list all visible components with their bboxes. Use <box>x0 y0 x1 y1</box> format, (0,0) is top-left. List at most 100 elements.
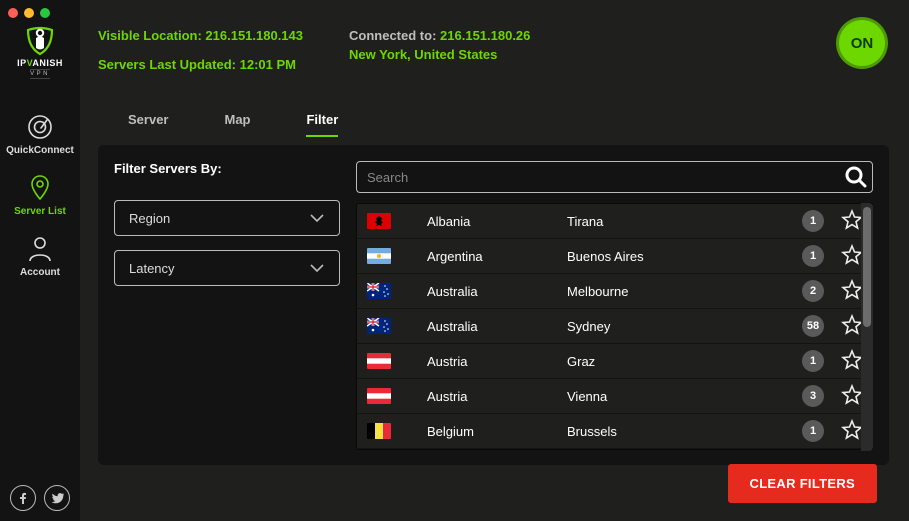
logo-title: IPVANISH <box>17 58 63 68</box>
user-icon <box>26 235 54 263</box>
star-icon <box>841 279 863 301</box>
server-rows-viewport: AlbaniaTirana1ArgentinaBuenos Aires1Aust… <box>356 203 873 451</box>
twitter-icon <box>51 493 64 504</box>
server-count-badge: 1 <box>802 210 824 232</box>
chevron-down-icon <box>309 213 325 223</box>
region-select[interactable]: Region <box>114 200 340 236</box>
favorite-button[interactable] <box>841 279 863 304</box>
nav-quickconnect[interactable]: QuickConnect <box>0 103 80 164</box>
sidebar: IPVANISH VPN QuickConnect Server List <box>0 0 80 521</box>
server-list-area: AlbaniaTirana1ArgentinaBuenos Aires1Aust… <box>356 161 873 451</box>
twitter-link[interactable] <box>44 485 70 511</box>
tab-map[interactable]: Map <box>224 112 250 137</box>
nav-label: Server List <box>14 206 66 217</box>
location-pin-icon <box>26 174 54 202</box>
nav-label: Account <box>20 267 60 278</box>
flag-icon <box>367 318 391 334</box>
zoom-dot[interactable] <box>40 8 50 18</box>
filters-title: Filter Servers By: <box>114 161 340 176</box>
nav-serverlist[interactable]: Server List <box>0 164 80 225</box>
search-icon <box>845 166 867 188</box>
server-count-badge: 2 <box>802 280 824 302</box>
flag-icon <box>367 213 391 229</box>
connected-to: Connected to: 216.151.180.26 <box>349 28 530 43</box>
favorite-button[interactable] <box>841 314 863 339</box>
flag-icon <box>367 283 391 299</box>
clear-filters-button[interactable]: CLEAR FILTERS <box>728 464 878 503</box>
star-icon <box>841 419 863 441</box>
social-links <box>10 485 70 511</box>
connection-toggle[interactable]: ON <box>839 20 885 66</box>
country-cell: Austria <box>427 389 567 404</box>
city-cell: Brussels <box>567 424 792 439</box>
table-row[interactable]: BelgiumBrussels 1 <box>357 414 872 449</box>
nav-label: QuickConnect <box>6 145 74 156</box>
chevron-down-icon <box>309 263 325 273</box>
minimize-dot[interactable] <box>24 8 34 18</box>
city-cell: Graz <box>567 354 792 369</box>
country-cell: Albania <box>427 214 567 229</box>
server-count-badge: 3 <box>802 385 824 407</box>
close-dot[interactable] <box>8 8 18 18</box>
target-icon <box>26 113 54 141</box>
tab-server[interactable]: Server <box>128 112 168 137</box>
latency-select[interactable]: Latency <box>114 250 340 286</box>
flag-icon <box>367 353 391 369</box>
star-icon <box>841 384 863 406</box>
table-row[interactable]: AustriaVienna 3 <box>357 379 872 414</box>
table-row[interactable]: AlbaniaTirana 1 <box>357 204 872 239</box>
server-count-badge: 1 <box>802 350 824 372</box>
country-cell: Australia <box>427 319 567 334</box>
server-rows: AlbaniaTirana1ArgentinaBuenos Aires1Aust… <box>356 203 873 450</box>
city-cell: Vienna <box>567 389 792 404</box>
country-cell: Belgium <box>427 424 567 439</box>
star-icon <box>841 314 863 336</box>
shield-logo-icon <box>19 26 61 56</box>
servers-updated: Servers Last Updated: 12:01 PM <box>98 57 303 72</box>
flag-icon <box>367 248 391 264</box>
table-row[interactable]: AustriaGraz 1 <box>357 344 872 379</box>
region-label: Region <box>129 211 170 226</box>
search-button[interactable] <box>843 164 869 190</box>
favorite-button[interactable] <box>841 209 863 234</box>
star-icon <box>841 209 863 231</box>
star-icon <box>841 349 863 371</box>
connected-location: New York, United States <box>349 47 530 62</box>
header: Visible Location: 216.151.180.143 Server… <box>98 28 889 72</box>
city-cell: Sydney <box>567 319 792 334</box>
scrollbar[interactable] <box>861 203 873 451</box>
country-cell: Australia <box>427 284 567 299</box>
table-row[interactable]: AustraliaSydney 58 <box>357 309 872 344</box>
favorite-button[interactable] <box>841 349 863 374</box>
table-row[interactable]: AustraliaMelbourne 2 <box>357 274 872 309</box>
main-content: Visible Location: 216.151.180.143 Server… <box>80 0 909 521</box>
tab-filter[interactable]: Filter <box>306 112 338 137</box>
scrollbar-thumb[interactable] <box>863 207 871 327</box>
logo-subtitle: VPN <box>30 69 50 79</box>
city-cell: Tirana <box>567 214 792 229</box>
favorite-button[interactable] <box>841 419 863 444</box>
country-cell: Austria <box>427 354 567 369</box>
window-traffic-lights <box>8 8 50 18</box>
search-wrap <box>356 161 873 193</box>
tabs: Server Map Filter <box>98 112 889 137</box>
filter-controls: Filter Servers By: Region Latency <box>114 161 340 451</box>
flag-icon <box>367 423 391 439</box>
city-cell: Buenos Aires <box>567 249 792 264</box>
table-row[interactable]: ArgentinaBuenos Aires 1 <box>357 239 872 274</box>
facebook-link[interactable] <box>10 485 36 511</box>
city-cell: Melbourne <box>567 284 792 299</box>
server-count-badge: 1 <box>802 245 824 267</box>
favorite-button[interactable] <box>841 244 863 269</box>
search-input[interactable] <box>356 161 873 193</box>
nav-account[interactable]: Account <box>0 225 80 286</box>
favorite-button[interactable] <box>841 384 863 409</box>
filter-panel: Filter Servers By: Region Latency <box>98 145 889 465</box>
sidebar-nav: QuickConnect Server List Account <box>0 103 80 286</box>
facebook-icon <box>17 492 29 504</box>
server-count-badge: 1 <box>802 420 824 442</box>
visible-location: Visible Location: 216.151.180.143 <box>98 28 303 43</box>
country-cell: Argentina <box>427 249 567 264</box>
server-count-badge: 58 <box>802 315 824 337</box>
flag-icon <box>367 388 391 404</box>
